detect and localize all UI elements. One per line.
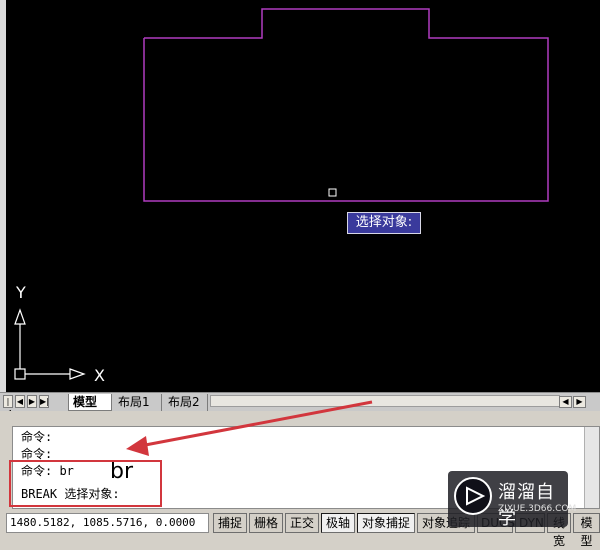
first-tab-button[interactable]: |◀ bbox=[3, 395, 13, 417]
coordinate-readout: 1480.5182, 1085.5716, 0.0000 bbox=[6, 513, 209, 533]
ortho-button[interactable]: 正交 bbox=[285, 513, 319, 533]
grid-button[interactable]: 栅格 bbox=[249, 513, 283, 533]
ucs-icon bbox=[14, 308, 86, 380]
next-tab-button[interactable]: ▶ bbox=[27, 395, 37, 408]
snap-button[interactable]: 捕捉 bbox=[213, 513, 247, 533]
watermark-url: ZIXUE.3D66.COM bbox=[498, 504, 577, 514]
ucs-y-label: Y bbox=[16, 283, 26, 302]
scroll-left-button[interactable]: ◀ bbox=[559, 396, 572, 408]
polar-button[interactable]: 极轴 bbox=[321, 513, 355, 533]
model-button[interactable]: 模型 bbox=[573, 513, 600, 548]
drawing-svg bbox=[14, 8, 549, 380]
command-scrollbar[interactable] bbox=[584, 427, 599, 508]
purple-outline-shape[interactable] bbox=[143, 8, 549, 202]
ucs-x-label: X bbox=[94, 366, 105, 385]
drawing-canvas[interactable]: 选择对象: Y X bbox=[6, 0, 600, 392]
command-splitter[interactable] bbox=[0, 411, 600, 426]
tab-layout1[interactable]: 布局1 bbox=[114, 394, 162, 411]
watermark: 溜溜自学 ZIXUE.3D66.COM bbox=[448, 471, 576, 529]
last-tab-button[interactable]: ▶| bbox=[39, 395, 49, 408]
highlight-box bbox=[9, 460, 162, 507]
object-snap-button[interactable]: 对象捕捉 bbox=[357, 513, 415, 533]
horizontal-scrollbar[interactable] bbox=[210, 395, 560, 407]
prev-tab-button[interactable]: ◀ bbox=[15, 395, 25, 408]
pickbox-cursor bbox=[328, 188, 337, 197]
select-objects-tooltip: 选择对象: bbox=[347, 212, 421, 234]
scroll-right-button[interactable]: ▶ bbox=[573, 396, 586, 408]
command-history-line: 命令: bbox=[21, 430, 53, 444]
tab-model[interactable]: 模型 bbox=[68, 394, 112, 411]
tab-layout2[interactable]: 布局2 bbox=[164, 394, 208, 411]
watermark-play-icon bbox=[454, 477, 492, 515]
